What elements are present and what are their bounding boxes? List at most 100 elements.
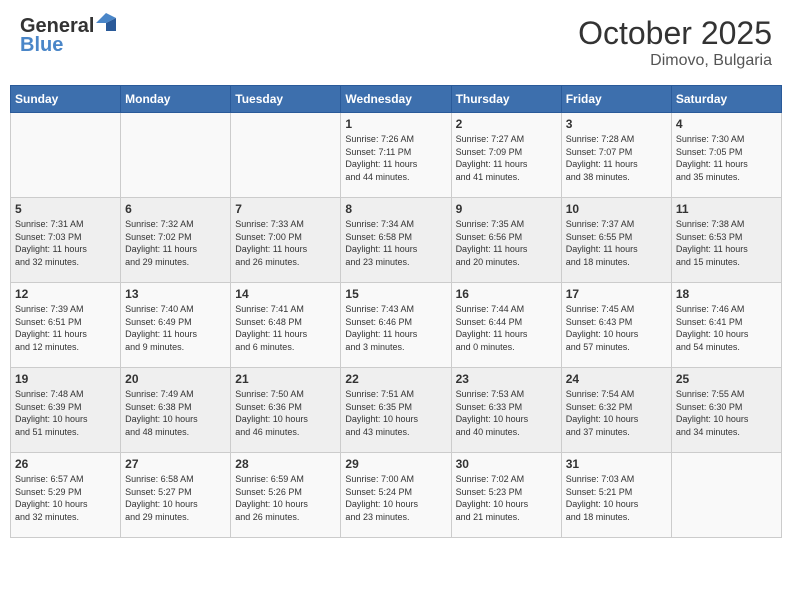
day-info: Sunrise: 7:43 AM Sunset: 6:46 PM Dayligh…: [345, 303, 446, 353]
day-number: 23: [456, 372, 557, 386]
day-info: Sunrise: 7:33 AM Sunset: 7:00 PM Dayligh…: [235, 218, 336, 268]
weekday-header-saturday: Saturday: [671, 86, 781, 113]
day-info: Sunrise: 7:28 AM Sunset: 7:07 PM Dayligh…: [566, 133, 667, 183]
day-number: 2: [456, 117, 557, 131]
day-number: 4: [676, 117, 777, 131]
day-info: Sunrise: 7:35 AM Sunset: 6:56 PM Dayligh…: [456, 218, 557, 268]
day-info: Sunrise: 7:41 AM Sunset: 6:48 PM Dayligh…: [235, 303, 336, 353]
weekday-header-friday: Friday: [561, 86, 671, 113]
day-number: 26: [15, 457, 116, 471]
day-number: 10: [566, 202, 667, 216]
calendar-cell: 10 Sunrise: 7:37 AM Sunset: 6:55 PM Dayli…: [561, 198, 671, 283]
day-number: 24: [566, 372, 667, 386]
weekday-header-thursday: Thursday: [451, 86, 561, 113]
calendar-week-row: 19 Sunrise: 7:48 AM Sunset: 6:39 PM Dayli…: [11, 368, 782, 453]
calendar-cell: 26 Sunrise: 6:57 AM Sunset: 5:29 PM Dayli…: [11, 453, 121, 538]
calendar-cell: 8Sunrise: 7:34 AM Sunset: 6:58 PM Daylig…: [341, 198, 451, 283]
calendar-cell: 9 Sunrise: 7:35 AM Sunset: 6:56 PM Daylig…: [451, 198, 561, 283]
calendar-cell: 2 Sunrise: 7:27 AM Sunset: 7:09 PM Daylig…: [451, 113, 561, 198]
calendar-cell: 22 Sunrise: 7:51 AM Sunset: 6:35 PM Dayli…: [341, 368, 451, 453]
calendar-cell: 20 Sunrise: 7:49 AM Sunset: 6:38 PM Dayli…: [121, 368, 231, 453]
day-number: 5: [15, 202, 116, 216]
calendar-cell: 14 Sunrise: 7:41 AM Sunset: 6:48 PM Dayli…: [231, 283, 341, 368]
day-info: Sunrise: 7:51 AM Sunset: 6:35 PM Dayligh…: [345, 388, 446, 438]
day-number: 15: [345, 287, 446, 301]
calendar-cell: 17Sunrise: 7:45 AM Sunset: 6:43 PM Dayli…: [561, 283, 671, 368]
day-info: Sunrise: 7:48 AM Sunset: 6:39 PM Dayligh…: [15, 388, 116, 438]
calendar-cell: 21Sunrise: 7:50 AM Sunset: 6:36 PM Dayli…: [231, 368, 341, 453]
calendar-cell: 11Sunrise: 7:38 AM Sunset: 6:53 PM Dayli…: [671, 198, 781, 283]
day-number: 16: [456, 287, 557, 301]
day-number: 19: [15, 372, 116, 386]
day-number: 8: [345, 202, 446, 216]
calendar-cell: [121, 113, 231, 198]
title-area: October 2025 Dimovo, Bulgaria: [578, 15, 772, 70]
calendar-week-row: 1Sunrise: 7:26 AM Sunset: 7:11 PM Daylig…: [11, 113, 782, 198]
day-info: Sunrise: 7:02 AM Sunset: 5:23 PM Dayligh…: [456, 473, 557, 523]
calendar-cell: 5 Sunrise: 7:31 AM Sunset: 7:03 PM Daylig…: [11, 198, 121, 283]
logo-icon: [96, 13, 116, 33]
calendar-cell: [11, 113, 121, 198]
day-info: Sunrise: 7:55 AM Sunset: 6:30 PM Dayligh…: [676, 388, 777, 438]
calendar-cell: 3 Sunrise: 7:28 AM Sunset: 7:07 PM Daylig…: [561, 113, 671, 198]
day-number: 11: [676, 202, 777, 216]
calendar-cell: 24 Sunrise: 7:54 AM Sunset: 6:32 PM Dayli…: [561, 368, 671, 453]
day-number: 12: [15, 287, 116, 301]
calendar-cell: 27 Sunrise: 6:58 AM Sunset: 5:27 PM Dayli…: [121, 453, 231, 538]
calendar-week-row: 5 Sunrise: 7:31 AM Sunset: 7:03 PM Daylig…: [11, 198, 782, 283]
calendar-cell: 16 Sunrise: 7:44 AM Sunset: 6:44 PM Dayli…: [451, 283, 561, 368]
day-info: Sunrise: 7:00 AM Sunset: 5:24 PM Dayligh…: [345, 473, 446, 523]
calendar-week-row: 12 Sunrise: 7:39 AM Sunset: 6:51 PM Dayli…: [11, 283, 782, 368]
day-info: Sunrise: 7:49 AM Sunset: 6:38 PM Dayligh…: [125, 388, 226, 438]
calendar-cell: 30Sunrise: 7:02 AM Sunset: 5:23 PM Dayli…: [451, 453, 561, 538]
day-number: 1: [345, 117, 446, 131]
logo: General Blue: [20, 15, 116, 57]
day-info: Sunrise: 7:37 AM Sunset: 6:55 PM Dayligh…: [566, 218, 667, 268]
calendar-cell: 13 Sunrise: 7:40 AM Sunset: 6:49 PM Dayli…: [121, 283, 231, 368]
calendar-cell: [231, 113, 341, 198]
calendar-cell: 28Sunrise: 6:59 AM Sunset: 5:26 PM Dayli…: [231, 453, 341, 538]
day-info: Sunrise: 7:50 AM Sunset: 6:36 PM Dayligh…: [235, 388, 336, 438]
calendar-cell: 29Sunrise: 7:00 AM Sunset: 5:24 PM Dayli…: [341, 453, 451, 538]
weekday-header-row: SundayMondayTuesdayWednesdayThursdayFrid…: [11, 86, 782, 113]
calendar-cell: 19 Sunrise: 7:48 AM Sunset: 6:39 PM Dayli…: [11, 368, 121, 453]
day-number: 14: [235, 287, 336, 301]
calendar-cell: 15 Sunrise: 7:43 AM Sunset: 6:46 PM Dayli…: [341, 283, 451, 368]
calendar-cell: 25 Sunrise: 7:55 AM Sunset: 6:30 PM Dayli…: [671, 368, 781, 453]
day-number: 20: [125, 372, 226, 386]
calendar-table: SundayMondayTuesdayWednesdayThursdayFrid…: [10, 85, 782, 538]
calendar-cell: 6Sunrise: 7:32 AM Sunset: 7:02 PM Daylig…: [121, 198, 231, 283]
day-info: Sunrise: 7:30 AM Sunset: 7:05 PM Dayligh…: [676, 133, 777, 183]
weekday-header-sunday: Sunday: [11, 86, 121, 113]
weekday-header-monday: Monday: [121, 86, 231, 113]
day-number: 31: [566, 457, 667, 471]
calendar-cell: 31Sunrise: 7:03 AM Sunset: 5:21 PM Dayli…: [561, 453, 671, 538]
day-info: Sunrise: 7:39 AM Sunset: 6:51 PM Dayligh…: [15, 303, 116, 353]
location: Dimovo, Bulgaria: [578, 52, 772, 70]
day-info: Sunrise: 7:40 AM Sunset: 6:49 PM Dayligh…: [125, 303, 226, 353]
calendar-cell: 12 Sunrise: 7:39 AM Sunset: 6:51 PM Dayli…: [11, 283, 121, 368]
day-number: 7: [235, 202, 336, 216]
day-number: 28: [235, 457, 336, 471]
day-info: Sunrise: 7:44 AM Sunset: 6:44 PM Dayligh…: [456, 303, 557, 353]
calendar-cell: 23 Sunrise: 7:53 AM Sunset: 6:33 PM Dayli…: [451, 368, 561, 453]
day-info: Sunrise: 6:57 AM Sunset: 5:29 PM Dayligh…: [15, 473, 116, 523]
page-header: General Blue October 2025 Dimovo, Bulgar…: [10, 10, 782, 75]
day-number: 13: [125, 287, 226, 301]
weekday-header-tuesday: Tuesday: [231, 86, 341, 113]
calendar-cell: 1Sunrise: 7:26 AM Sunset: 7:11 PM Daylig…: [341, 113, 451, 198]
day-number: 18: [676, 287, 777, 301]
day-info: Sunrise: 6:58 AM Sunset: 5:27 PM Dayligh…: [125, 473, 226, 523]
day-number: 9: [456, 202, 557, 216]
day-info: Sunrise: 7:54 AM Sunset: 6:32 PM Dayligh…: [566, 388, 667, 438]
day-info: Sunrise: 7:31 AM Sunset: 7:03 PM Dayligh…: [15, 218, 116, 268]
day-number: 22: [345, 372, 446, 386]
day-info: Sunrise: 7:46 AM Sunset: 6:41 PM Dayligh…: [676, 303, 777, 353]
day-info: Sunrise: 7:27 AM Sunset: 7:09 PM Dayligh…: [456, 133, 557, 183]
calendar-cell: [671, 453, 781, 538]
day-number: 3: [566, 117, 667, 131]
day-info: Sunrise: 7:53 AM Sunset: 6:33 PM Dayligh…: [456, 388, 557, 438]
day-number: 6: [125, 202, 226, 216]
day-number: 27: [125, 457, 226, 471]
day-number: 25: [676, 372, 777, 386]
